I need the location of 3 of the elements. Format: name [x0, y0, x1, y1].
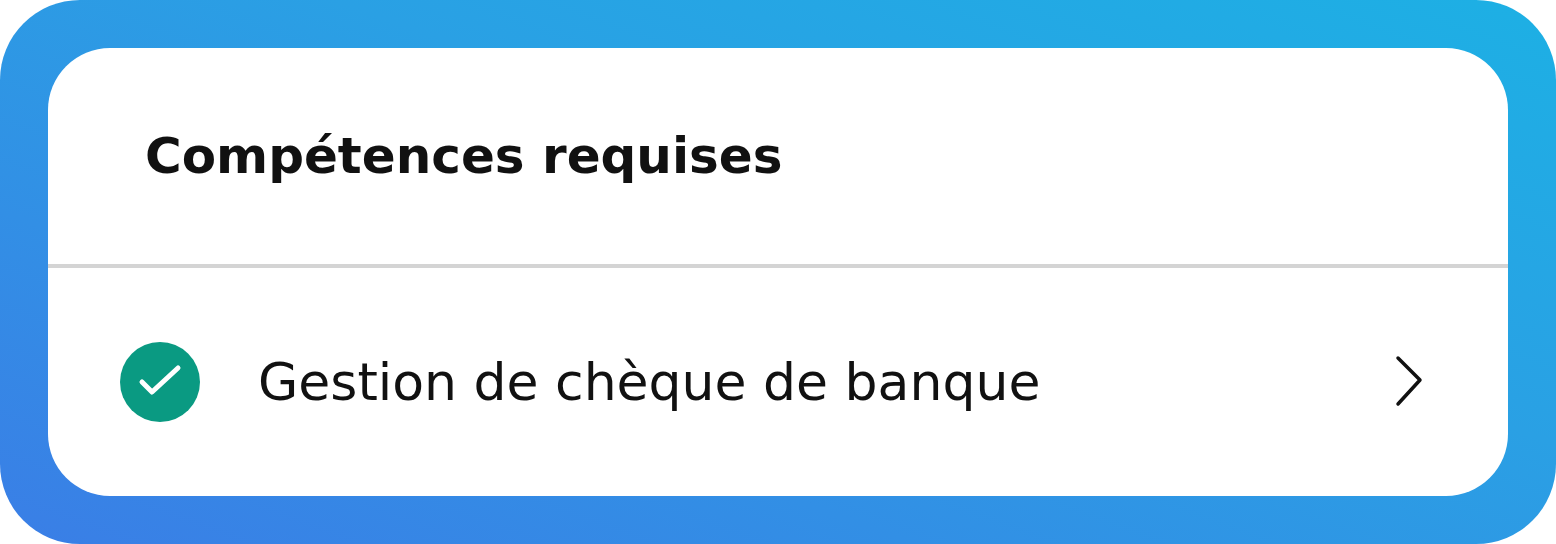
skill-label: Gestion de chèque de banque — [258, 352, 1042, 412]
card-title: Compétences requises — [145, 127, 783, 185]
skill-row[interactable]: Gestion de chèque de banque — [48, 268, 1508, 496]
